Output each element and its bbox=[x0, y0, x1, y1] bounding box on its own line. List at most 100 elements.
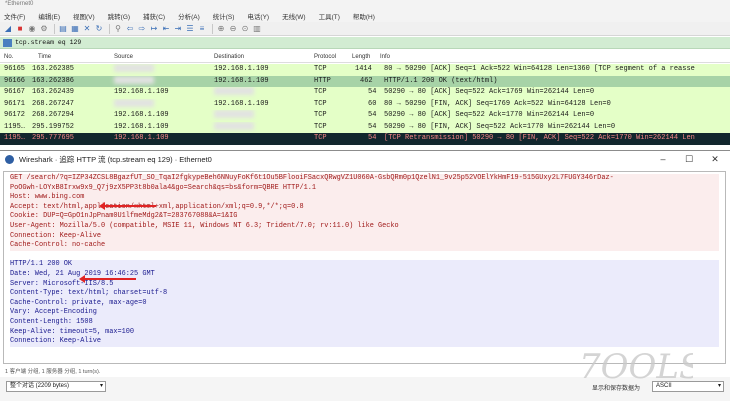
first-packet-icon[interactable]: ⇤ bbox=[161, 24, 171, 34]
packet-info: 80 → 50290 [FIN, ACK] Seq=1769 Ack=522 W… bbox=[384, 99, 611, 108]
find-icon[interactable]: ⚲ bbox=[113, 24, 123, 34]
minimize-icon[interactable]: – bbox=[654, 151, 672, 167]
menu-capture[interactable]: 捕获(C) bbox=[143, 11, 165, 21]
menu-wireless[interactable]: 无线(W) bbox=[282, 11, 305, 21]
packet-length: 1414 bbox=[355, 65, 372, 73]
zoom-out-icon[interactable]: ⊖ bbox=[228, 24, 238, 34]
column-info[interactable]: Info bbox=[380, 54, 390, 60]
file-open-icon[interactable]: ▤ bbox=[58, 24, 68, 34]
close-icon[interactable]: ✕ bbox=[82, 24, 92, 34]
go-to-icon[interactable]: ↦ bbox=[149, 24, 159, 34]
packet-row-retransmission[interactable]: 1195… 295.777695 192.168.1.109 TCP 54 [T… bbox=[0, 133, 730, 145]
stop-capture-icon[interactable]: ■ bbox=[15, 24, 25, 34]
toolbar-separator bbox=[54, 23, 55, 34]
display-filter-bar[interactable]: tcp.stream eq 129 bbox=[0, 37, 730, 49]
packet-row[interactable]: 96165 163.262385 192.168.1.109 TCP 1414 … bbox=[0, 64, 730, 76]
restart-capture-icon[interactable]: ◉ bbox=[27, 24, 37, 34]
menu-bar: 文件(F) 编辑(E) 视图(V) 跳转(G) 捕获(C) 分析(A) 统计(S… bbox=[0, 10, 730, 22]
conversation-select-value: 整个对话 (2209 bytes) bbox=[10, 383, 70, 389]
packet-no: 1195… bbox=[4, 134, 26, 142]
toolbar-separator bbox=[212, 23, 213, 34]
redacted-address bbox=[114, 64, 154, 76]
packet-row[interactable]: 96172 268.267294 192.168.1.109 TCP 54 50… bbox=[0, 110, 730, 122]
menu-telephony[interactable]: 电话(Y) bbox=[247, 11, 269, 21]
conversation-select[interactable]: 整个对话 (2209 bytes) ▾ bbox=[6, 381, 106, 392]
colorize-icon[interactable]: ≡ bbox=[197, 24, 207, 34]
packet-destination: 192.168.1.109 bbox=[214, 65, 269, 73]
packet-length: 60 bbox=[368, 99, 377, 108]
packet-protocol: TCP bbox=[314, 99, 327, 108]
reload-icon[interactable]: ↻ bbox=[94, 24, 104, 34]
resize-columns-icon[interactable]: ▥ bbox=[252, 24, 262, 34]
packet-length: 54 bbox=[368, 111, 377, 119]
menu-tools[interactable]: 工具(T) bbox=[319, 11, 340, 21]
bookmark-icon[interactable] bbox=[3, 38, 12, 47]
menu-file[interactable]: 文件(F) bbox=[4, 11, 25, 21]
redacted-address bbox=[214, 110, 254, 122]
zoom-in-icon[interactable]: ⊕ bbox=[216, 24, 226, 34]
request-line: Cookie: DUP=Q=GpO1nJpPnam0U1lfmeMdg2&T=2… bbox=[10, 212, 719, 222]
packet-row-selected[interactable]: 96166 163.262386 192.168.1.109 HTTP 462 … bbox=[0, 75, 730, 88]
packet-time: 163.262439 bbox=[32, 88, 75, 96]
autoscroll-icon[interactable]: ☰ bbox=[185, 24, 195, 34]
tools-watermark-logo: 7OOLS bbox=[579, 347, 693, 387]
response-line: Vary: Accept-Encoding bbox=[10, 308, 719, 318]
packet-row[interactable]: 96167 163.262439 192.168.1.109 TCP 54 50… bbox=[0, 87, 730, 99]
packet-no: 96171 bbox=[4, 99, 26, 108]
response-line: Content-Length: 1508 bbox=[10, 317, 719, 328]
menu-analyze[interactable]: 分析(A) bbox=[178, 11, 200, 21]
screen: *Ethernet0 文件(F) 编辑(E) 视图(V) 跳转(G) 捕获(C)… bbox=[0, 0, 730, 401]
capture-options-icon[interactable]: ⚙ bbox=[39, 24, 49, 34]
last-packet-icon[interactable]: ⇥ bbox=[173, 24, 183, 34]
packet-source: 192.168.1.109 bbox=[114, 122, 169, 131]
maximize-icon[interactable]: ☐ bbox=[680, 151, 698, 167]
column-protocol[interactable]: Protocol bbox=[314, 54, 336, 60]
packet-protocol: TCP bbox=[314, 65, 327, 73]
packet-length: 54 bbox=[368, 88, 377, 96]
packet-no: 96166 bbox=[4, 76, 26, 85]
column-length[interactable]: Length bbox=[352, 54, 370, 60]
column-time[interactable]: Time bbox=[38, 54, 51, 60]
main-window-title: *Ethernet0 bbox=[0, 0, 730, 10]
go-back-icon[interactable]: ⇦ bbox=[125, 24, 135, 34]
menu-help[interactable]: 帮助(H) bbox=[353, 11, 375, 21]
close-window-icon[interactable]: ✕ bbox=[706, 151, 724, 167]
request-line: Connection: Keep-Alive bbox=[10, 231, 719, 242]
save-icon[interactable]: ▦ bbox=[70, 24, 80, 34]
column-no[interactable]: No. bbox=[4, 54, 13, 60]
display-filter-input[interactable]: tcp.stream eq 129 bbox=[15, 39, 81, 46]
packet-protocol: TCP bbox=[314, 134, 327, 142]
packet-info: 50290 → 80 [ACK] Seq=522 Ack=1769 Win=26… bbox=[384, 88, 595, 96]
packet-length: 54 bbox=[368, 122, 377, 131]
annotation-arrow-host bbox=[99, 202, 156, 210]
redacted-address bbox=[114, 75, 154, 88]
packet-no: 96172 bbox=[4, 111, 26, 119]
menu-statistics[interactable]: 统计(S) bbox=[213, 11, 235, 21]
packet-row[interactable]: 1195… 295.199752 192.168.1.109 TCP 54 50… bbox=[0, 121, 730, 133]
packet-destination: 192.168.1.109 bbox=[214, 99, 269, 108]
column-destination[interactable]: Destination bbox=[214, 54, 244, 60]
request-line: Cache-Control: no-cache bbox=[10, 241, 719, 251]
packet-row[interactable]: 96171 268.267247 192.168.1.109 TCP 60 80… bbox=[0, 98, 730, 110]
normal-size-icon[interactable]: ⊙ bbox=[240, 24, 250, 34]
packet-list: 96165 163.262385 192.168.1.109 TCP 1414 … bbox=[0, 64, 730, 145]
watermark-text: 7OOLS bbox=[579, 347, 693, 387]
packet-length: 54 bbox=[368, 134, 377, 142]
go-forward-icon[interactable]: ⇨ bbox=[137, 24, 147, 34]
request-line: User-Agent: Mozilla/5.0 (compatible, MSI… bbox=[10, 221, 719, 232]
menu-go[interactable]: 跳转(G) bbox=[108, 11, 130, 21]
chevron-down-icon: ▾ bbox=[717, 383, 721, 389]
dialog-title: Wireshark · 追踪 HTTP 流 (tcp.stream eq 129… bbox=[19, 155, 212, 164]
menu-edit[interactable]: 编辑(E) bbox=[38, 11, 60, 21]
start-capture-icon[interactable]: ◢ bbox=[3, 24, 13, 34]
packet-time: 163.262386 bbox=[32, 76, 75, 85]
chevron-down-icon: ▾ bbox=[99, 383, 103, 389]
dialog-title-bar: Wireshark · 追踪 HTTP 流 (tcp.stream eq 129… bbox=[0, 151, 730, 168]
packet-info: HTTP/1.1 200 OK (text/html) bbox=[384, 76, 498, 85]
column-source[interactable]: Source bbox=[114, 54, 133, 60]
menu-view[interactable]: 视图(V) bbox=[73, 11, 95, 21]
stream-content[interactable]: GET /search/?q=IZP34ZCSL8BgazfUT_SO_TqaI… bbox=[3, 171, 726, 364]
wireshark-logo-icon bbox=[5, 155, 14, 164]
packet-destination: 192.168.1.109 bbox=[214, 76, 269, 85]
